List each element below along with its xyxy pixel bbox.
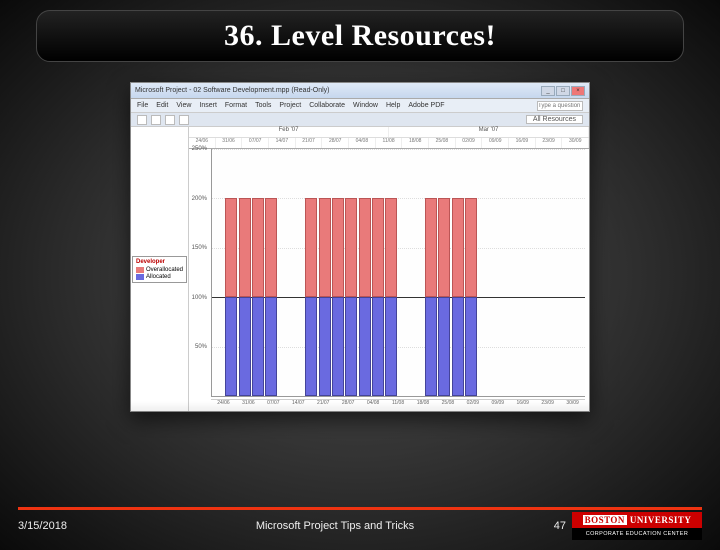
bar: [265, 198, 277, 396]
bar: [452, 198, 464, 396]
menu-item[interactable]: Edit: [156, 102, 168, 109]
x-tick-label: 02/09: [456, 138, 483, 148]
bar: [425, 198, 437, 396]
reflection-effect: [130, 401, 590, 412]
bar: [319, 198, 331, 396]
logo-top-right: UNIVERSITY: [630, 515, 692, 525]
window-titlebar: Microsoft Project - 02 Software Developm…: [131, 83, 589, 99]
bar: [332, 198, 344, 396]
bar: [345, 198, 357, 396]
x-tick-label: 09/09: [482, 138, 509, 148]
menu-item[interactable]: Tools: [255, 102, 271, 109]
month-header: Mar '07: [389, 127, 589, 137]
legend-swatch-red: [136, 267, 144, 273]
legend-row: Overallocated: [136, 267, 183, 273]
x-tick-label: 16/09: [509, 138, 536, 148]
y-tick-label: 250%: [192, 146, 207, 152]
x-tick-label: 11/08: [376, 138, 403, 148]
slide-title: 36. Level Resources!: [37, 19, 683, 53]
x-tick-label: 07/07: [242, 138, 269, 148]
legend-swatch-blue: [136, 274, 144, 280]
chart-plot-area: [211, 149, 585, 397]
toolbar-button[interactable]: [165, 115, 175, 125]
bar: [465, 198, 477, 396]
menu-item[interactable]: View: [176, 102, 191, 109]
menu-item[interactable]: File: [137, 102, 148, 109]
menu-item[interactable]: Insert: [199, 102, 217, 109]
slide-title-bar: 36. Level Resources!: [36, 10, 684, 62]
x-tick-label: 14/07: [269, 138, 296, 148]
menu-item[interactable]: Format: [225, 102, 247, 109]
logo-top-left: BOSTON: [583, 515, 627, 525]
legend-box: Developer Overallocated Allocated: [132, 256, 187, 283]
bar: [239, 198, 251, 396]
x-tick-label: 04/08: [349, 138, 376, 148]
resource-graph: Feb '07 Mar '07 24/0631/0607/0714/0721/0…: [189, 127, 589, 411]
bar: [372, 198, 384, 396]
toolbar: All Resources: [131, 113, 589, 127]
legend-row: Allocated: [136, 274, 183, 280]
menu-bar: File Edit View Insert Format Tools Proje…: [131, 99, 589, 113]
bar: [225, 198, 237, 396]
y-tick-label: 50%: [195, 344, 207, 350]
toolbar-button[interactable]: [137, 115, 147, 125]
x-tick-label: 28/07: [322, 138, 349, 148]
legend-title: Developer: [136, 259, 183, 265]
legend-pane: Developer Overallocated Allocated: [131, 127, 189, 411]
y-axis-labels: 250% 200% 150% 100% 50%: [189, 149, 209, 397]
menu-item[interactable]: Project: [279, 102, 301, 109]
bar: [252, 198, 264, 396]
y-tick-label: 200%: [192, 196, 207, 202]
footer-divider: [18, 507, 702, 510]
x-tick-label: 25/08: [429, 138, 456, 148]
window-controls: _ □ ×: [541, 86, 585, 96]
logo-bottom: CORPORATE EDUCATION CENTER: [572, 528, 702, 540]
x-tick-label: 30/09: [562, 138, 589, 148]
bar: [305, 198, 317, 396]
bar: [385, 198, 397, 396]
slide-date: 3/15/2018: [18, 520, 128, 532]
bu-logo: BOSTON UNIVERSITY CORPORATE EDUCATION CE…: [572, 512, 702, 540]
toolbar-dropdown[interactable]: All Resources: [526, 115, 583, 124]
menu-item[interactable]: Adobe PDF: [408, 102, 444, 109]
slide-footer-text: Microsoft Project Tips and Tricks: [128, 520, 542, 532]
help-search-input[interactable]: [537, 101, 583, 111]
window-title: Microsoft Project - 02 Software Developm…: [135, 87, 330, 94]
minimize-icon[interactable]: _: [541, 86, 555, 96]
x-tick-label: 18/08: [402, 138, 429, 148]
x-tick-label: 21/07: [296, 138, 323, 148]
toolbar-button[interactable]: [179, 115, 189, 125]
bar: [438, 198, 450, 396]
y-tick-label: 150%: [192, 245, 207, 251]
slide-footer: 3/15/2018 Microsoft Project Tips and Tri…: [18, 512, 702, 540]
legend-label: Allocated: [146, 274, 171, 280]
x-tick-label: 31/06: [216, 138, 243, 148]
month-header: Feb '07: [189, 127, 389, 137]
msproject-screenshot: Microsoft Project - 02 Software Developm…: [130, 82, 590, 412]
menu-item[interactable]: Window: [353, 102, 378, 109]
chart-header: Feb '07 Mar '07 24/0631/0607/0714/0721/0…: [189, 127, 589, 149]
bar: [359, 198, 371, 396]
menu-item[interactable]: Help: [386, 102, 400, 109]
legend-label: Overallocated: [146, 267, 183, 273]
y-tick-label: 100%: [192, 295, 207, 301]
menu-item[interactable]: Collaborate: [309, 102, 345, 109]
toolbar-button[interactable]: [151, 115, 161, 125]
maximize-icon[interactable]: □: [556, 86, 570, 96]
slide-page-number: 47: [542, 520, 566, 532]
x-tick-label: 23/09: [536, 138, 563, 148]
close-icon[interactable]: ×: [571, 86, 585, 96]
